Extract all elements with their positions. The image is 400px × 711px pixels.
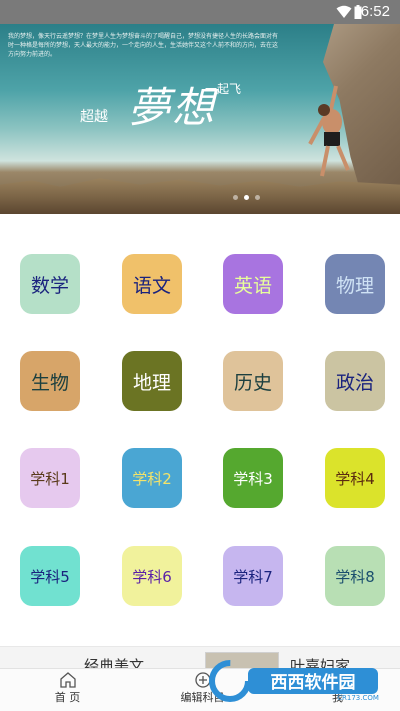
banner-carousel[interactable]: 我的梦想，像天行云遥梦想？在梦里人生为梦想奋斗的了喝醒自己，梦想没有捷径人生的长… <box>0 24 400 214</box>
subject-label: 学科8 <box>335 567 375 586</box>
banner-title-suffix: 一起飞 <box>205 82 242 96</box>
subject-label: 物理 <box>335 274 374 297</box>
subject-label: 学科4 <box>335 469 375 488</box>
banner-description: 我的梦想，像天行云遥梦想？在梦里人生为梦想奋斗的了喝醒自己，梦想没有捷径人生的长… <box>8 33 279 58</box>
subject-tile-8[interactable]: 学科8 <box>325 546 385 606</box>
subject-tile-physics[interactable]: 物理 <box>325 254 385 314</box>
subject-label: 英语 <box>233 274 272 297</box>
subject-tile-history[interactable]: 历史 <box>223 351 283 411</box>
subject-tile-english[interactable]: 英语 <box>223 254 283 314</box>
subject-label: 历史 <box>233 371 272 394</box>
subject-tile-7[interactable]: 学科7 <box>223 546 283 606</box>
subject-tile-3[interactable]: 学科3 <box>223 448 283 508</box>
carousel-indicators <box>233 195 260 200</box>
wifi-icon <box>336 5 352 18</box>
banner-title-prefix: 超越 <box>80 109 108 125</box>
climber-figure <box>308 85 350 177</box>
subject-tile-4[interactable]: 学科4 <box>325 448 385 508</box>
subject-tile-geography[interactable]: 地理 <box>122 351 182 411</box>
subject-label: 政治 <box>335 371 374 394</box>
subject-label: 学科3 <box>233 469 273 488</box>
subject-label: 学科1 <box>30 469 70 488</box>
subject-tile-math[interactable]: 数学 <box>20 254 80 314</box>
subject-tile-2[interactable]: 学科2 <box>122 448 182 508</box>
status-bar: 6:52 <box>0 0 400 24</box>
watermark-logo: 西西软件园 CR173.COM <box>209 660 379 702</box>
clock: 6:52 <box>360 3 390 20</box>
subject-tile-biology[interactable]: 生物 <box>20 351 80 411</box>
subject-tile-chinese[interactable]: 语文 <box>122 254 182 314</box>
carousel-dot[interactable] <box>233 195 238 200</box>
tab-home[interactable]: 首 页 <box>20 669 115 711</box>
carousel-dot-active[interactable] <box>244 195 249 200</box>
subject-tile-1[interactable]: 学科1 <box>20 448 80 508</box>
subject-label: 生物 <box>30 371 69 394</box>
watermark-subtext: CR173.COM <box>337 694 379 702</box>
subject-tile-6[interactable]: 学科6 <box>122 546 182 606</box>
subject-label: 学科6 <box>132 567 172 586</box>
watermark-text: 西西软件园 <box>271 672 356 693</box>
home-icon <box>59 672 76 688</box>
banner-title: 夢想 <box>128 83 217 132</box>
subject-tile-politics[interactable]: 政治 <box>325 351 385 411</box>
subject-label: 语文 <box>132 274 171 297</box>
carousel-dot[interactable] <box>255 195 260 200</box>
tab-label: 首 页 <box>54 691 81 704</box>
subject-label: 学科2 <box>132 469 172 488</box>
subject-tile-5[interactable]: 学科5 <box>20 546 80 606</box>
subject-label: 地理 <box>132 371 171 394</box>
subject-label: 数学 <box>30 274 69 297</box>
subject-label: 学科5 <box>30 567 70 586</box>
subject-label: 学科7 <box>233 567 273 586</box>
